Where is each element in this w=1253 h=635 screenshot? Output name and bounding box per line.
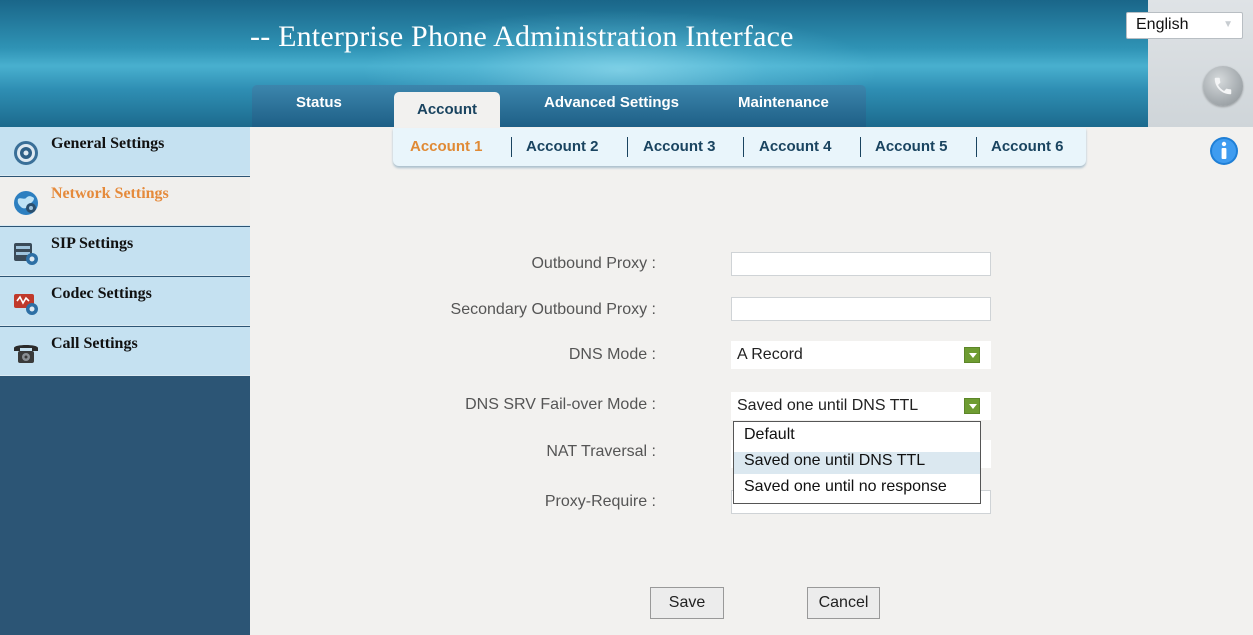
sidebar-item-general-settings[interactable]: General Settings bbox=[0, 127, 250, 176]
app-title: -- Enterprise Phone Administration Inter… bbox=[250, 20, 794, 53]
dns-srv-failover-label: DNS SRV Fail-over Mode : bbox=[465, 396, 656, 413]
outbound-proxy-input[interactable] bbox=[731, 252, 991, 276]
tab-account-label: Account bbox=[417, 101, 477, 118]
secondary-outbound-proxy-input[interactable] bbox=[731, 297, 991, 321]
gear-icon bbox=[14, 141, 38, 165]
tab-advanced-settings[interactable]: Advanced Settings bbox=[544, 94, 679, 111]
save-button[interactable]: Save bbox=[650, 587, 724, 619]
dns-mode-select[interactable]: A Record bbox=[731, 341, 991, 369]
tab-account-3[interactable]: Account 3 bbox=[643, 138, 716, 155]
dns-srv-failover-select[interactable]: Saved one until DNS TTL bbox=[731, 392, 991, 420]
tab-account-2[interactable]: Account 2 bbox=[526, 138, 599, 155]
network-globe-icon bbox=[14, 191, 38, 215]
dns-mode-value: A Record bbox=[737, 346, 803, 363]
tab-status[interactable]: Status bbox=[296, 94, 342, 111]
tab-separator bbox=[511, 137, 512, 157]
tab-separator bbox=[627, 137, 628, 157]
language-select[interactable]: English ▼ bbox=[1126, 12, 1243, 39]
codec-icon bbox=[14, 294, 38, 315]
sidebar-item-network-settings[interactable]: Network Settings bbox=[0, 177, 250, 226]
dns-mode-label: DNS Mode : bbox=[568, 346, 656, 363]
tab-separator bbox=[976, 137, 977, 157]
chevron-down-icon[interactable] bbox=[964, 398, 980, 414]
sidebar: General Settings Network Settings SIP Se… bbox=[0, 127, 250, 635]
sidebar-item-label: Call Settings bbox=[51, 335, 138, 352]
sidebar-item-codec-settings[interactable]: Codec Settings bbox=[0, 277, 250, 326]
sidebar-item-label: General Settings bbox=[51, 135, 165, 152]
secondary-outbound-proxy-label: Secondary Outbound Proxy : bbox=[450, 301, 656, 318]
dropdown-option-default[interactable]: Default bbox=[734, 426, 980, 448]
info-icon[interactable] bbox=[1209, 136, 1239, 166]
telephone-icon bbox=[14, 345, 38, 363]
tab-separator bbox=[743, 137, 744, 157]
dns-srv-failover-dropdown: Default Saved one until DNS TTL Saved on… bbox=[733, 421, 981, 504]
tab-separator bbox=[860, 137, 861, 157]
tab-account-5[interactable]: Account 5 bbox=[875, 138, 948, 155]
tab-maintenance[interactable]: Maintenance bbox=[738, 94, 829, 111]
proxy-require-label: Proxy-Require : bbox=[544, 493, 656, 510]
sip-server-icon bbox=[14, 243, 38, 265]
language-select-value: English bbox=[1136, 16, 1189, 33]
chevron-down-icon[interactable] bbox=[964, 347, 980, 363]
top-tab-bar: Status Advanced Settings Maintenance bbox=[252, 85, 866, 127]
dns-srv-failover-value: Saved one until DNS TTL bbox=[737, 397, 919, 414]
dropdown-option-no-response[interactable]: Saved one until no response bbox=[734, 478, 980, 500]
tab-account-6[interactable]: Account 6 bbox=[991, 138, 1064, 155]
outbound-proxy-label: Outbound Proxy : bbox=[531, 255, 656, 272]
tab-account[interactable]: Account bbox=[394, 92, 500, 130]
sidebar-item-sip-settings[interactable]: SIP Settings bbox=[0, 227, 250, 276]
sidebar-item-label: Codec Settings bbox=[51, 285, 152, 302]
tab-account-1[interactable]: Account 1 bbox=[410, 138, 483, 155]
sidebar-item-call-settings[interactable]: Call Settings bbox=[0, 327, 250, 376]
nat-traversal-label: NAT Traversal : bbox=[546, 443, 656, 460]
sidebar-item-label: Network Settings bbox=[51, 185, 169, 202]
phone-glyph-icon bbox=[1214, 77, 1232, 95]
chevron-down-icon: ▼ bbox=[1223, 19, 1233, 30]
cancel-button[interactable]: Cancel bbox=[807, 587, 880, 619]
account-sub-tab-bar: Account 1 Account 2 Account 3 Account 4 … bbox=[393, 128, 1086, 166]
tab-account-4[interactable]: Account 4 bbox=[759, 138, 832, 155]
sidebar-item-label: SIP Settings bbox=[51, 235, 134, 252]
phone-icon[interactable] bbox=[1203, 66, 1243, 106]
dropdown-option-dns-ttl[interactable]: Saved one until DNS TTL bbox=[734, 452, 980, 474]
